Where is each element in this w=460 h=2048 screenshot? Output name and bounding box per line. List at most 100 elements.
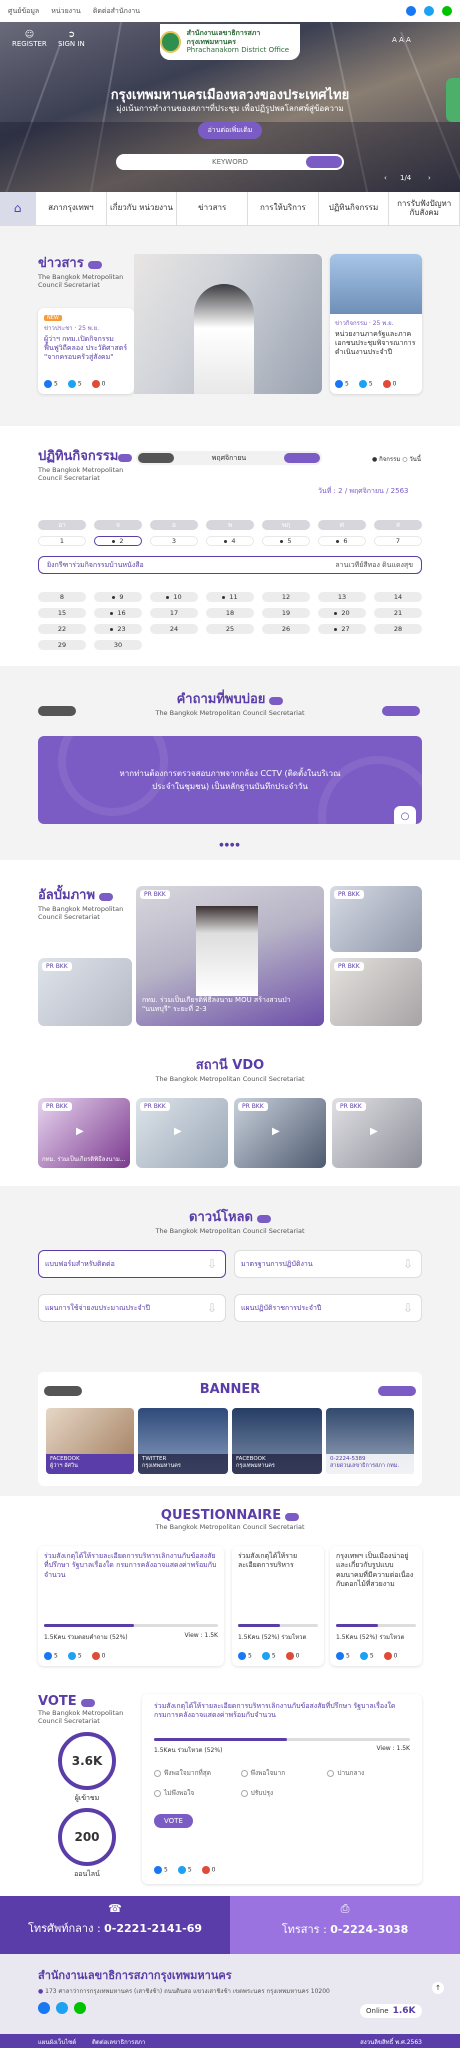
banner-item-1[interactable]: FACEBOOK ผู้ว่าฯ อัศวิน bbox=[46, 1408, 134, 1474]
news-card-1[interactable]: NEW ข่าวประชา · 25 พ.ย. ผู้ว่าฯ กทม.เปิด… bbox=[38, 308, 134, 394]
calendar-day[interactable]: 1 bbox=[38, 536, 86, 546]
news-feature-image[interactable] bbox=[134, 254, 322, 394]
banner-item-2[interactable]: TWITTER กรุงเทพมหานคร bbox=[138, 1408, 228, 1474]
album-feature-photo[interactable]: PR BKK กทม. ร่วมเป็นเกียรติพิธีลงนาม MOU… bbox=[136, 886, 324, 1026]
calendar-day[interactable]: 16 bbox=[94, 608, 142, 618]
calendar-day[interactable]: 24 bbox=[150, 624, 198, 634]
next-month-button[interactable] bbox=[284, 453, 320, 463]
nav-item-about[interactable]: เกี่ยวกับ หน่วยงาน bbox=[107, 192, 178, 225]
facebook-icon[interactable] bbox=[44, 1652, 52, 1660]
calendar-day[interactable]: 5 bbox=[262, 536, 310, 546]
calendar-day[interactable]: 9 bbox=[94, 592, 142, 602]
calendar-day[interactable]: 26 bbox=[262, 624, 310, 634]
twitter-icon[interactable] bbox=[56, 2002, 68, 2014]
download-more-button[interactable] bbox=[256, 1214, 271, 1223]
calendar-day[interactable]: 19 bbox=[262, 608, 310, 618]
vdo-card-1[interactable]: PR BKK ▶ กทม. ร่วมเป็นเกียรติพิธีลงนาม..… bbox=[38, 1098, 130, 1168]
calendar-day[interactable]: 11 bbox=[206, 592, 254, 602]
banner-item-4[interactable]: 0-2224-5389 สายด่วนเลขาธิการสภา กทม. bbox=[326, 1408, 414, 1474]
calendar-day[interactable]: 28 bbox=[374, 624, 422, 634]
hero-more-button[interactable]: อ่านต่อเพิ่มเติม bbox=[197, 122, 263, 139]
twitter-icon[interactable] bbox=[67, 1652, 76, 1660]
vdo-card-4[interactable]: PR BKK ▶ bbox=[332, 1098, 422, 1168]
nav-item-council[interactable]: สภากรุงเทพฯ bbox=[36, 192, 107, 225]
calendar-day[interactable]: 20 bbox=[318, 608, 366, 618]
calendar-day[interactable]: 25 bbox=[206, 624, 254, 634]
vote-submit-button[interactable]: VOTE bbox=[154, 1814, 193, 1828]
vote-option-2[interactable]: พึงพอใจมาก bbox=[240, 1768, 324, 1778]
search-input[interactable]: KEYWORD bbox=[212, 158, 248, 166]
facebook-icon[interactable] bbox=[406, 6, 416, 16]
calendar-day[interactable]: 4 bbox=[206, 536, 254, 546]
facebook-icon[interactable] bbox=[335, 380, 343, 388]
vote-option-1[interactable]: พึงพอใจมากที่สุด bbox=[154, 1768, 237, 1778]
calendar-day[interactable]: 29 bbox=[38, 640, 86, 650]
twitter-icon[interactable] bbox=[261, 1652, 270, 1660]
google-plus-icon[interactable] bbox=[91, 1652, 100, 1660]
news-more-button[interactable] bbox=[87, 260, 102, 269]
topbar-link-data[interactable]: ศูนย์ข้อมูล bbox=[8, 6, 39, 17]
faq-next-button[interactable] bbox=[382, 706, 420, 716]
google-plus-icon[interactable] bbox=[383, 1652, 392, 1660]
calendar-more-button[interactable] bbox=[118, 454, 132, 462]
calendar-day[interactable]: 3 bbox=[150, 536, 198, 546]
prev-month-button[interactable] bbox=[138, 453, 174, 463]
questionnaire-card-1[interactable]: ร่วมสังเกตุได้ให้รายละเอียดการบริหารเลิก… bbox=[38, 1546, 224, 1666]
calendar-day[interactable]: 17 bbox=[150, 608, 198, 618]
nav-home-icon[interactable]: ⌂ bbox=[0, 192, 36, 225]
facebook-icon[interactable] bbox=[154, 1866, 162, 1874]
signin-link[interactable]: ➲ SIGN IN bbox=[58, 30, 85, 48]
calendar-day[interactable]: 23 bbox=[94, 624, 142, 634]
site-logo[interactable]: สำนักงานเลขาธิการสภากรุงเทพมหานคร Phrach… bbox=[160, 24, 300, 60]
register-link[interactable]: ☺ REGISTER bbox=[12, 30, 47, 48]
calendar-day[interactable]: 10 bbox=[150, 592, 198, 602]
calendar-day[interactable]: 30 bbox=[94, 640, 142, 650]
faq-more-button[interactable] bbox=[269, 696, 284, 705]
twitter-icon[interactable] bbox=[177, 1866, 186, 1874]
calendar-day[interactable]: 22 bbox=[38, 624, 86, 634]
slide-prev-icon[interactable]: ‹ bbox=[384, 174, 387, 182]
calendar-day[interactable]: 21 bbox=[374, 608, 422, 618]
calendar-day[interactable]: 12 bbox=[262, 592, 310, 602]
facebook-icon[interactable] bbox=[38, 2002, 50, 2014]
album-photo-3[interactable]: PR BKK bbox=[330, 958, 422, 1026]
phone-number[interactable]: 0-2221-2141-69 bbox=[104, 1922, 202, 1935]
album-more-button[interactable] bbox=[99, 892, 114, 901]
twitter-icon[interactable] bbox=[358, 380, 367, 388]
topbar-link-agency[interactable]: หน่วยงาน bbox=[51, 6, 81, 17]
calendar-day[interactable]: 7 bbox=[374, 536, 422, 546]
calendar-day[interactable]: 8 bbox=[38, 592, 86, 602]
download-item-4[interactable]: แผนปฏิบัติราชการประจำปี ⇩ bbox=[234, 1294, 422, 1322]
calendar-day[interactable]: 6 bbox=[318, 536, 366, 546]
vote-option-4[interactable]: ไม่พึงพอใจ bbox=[154, 1788, 237, 1798]
calendar-day[interactable]: 14 bbox=[374, 592, 422, 602]
questionnaire-card-3[interactable]: กรุงเทพฯ เป็นเมืองน่าอยู่และเกี่ยวกับรูป… bbox=[330, 1546, 422, 1666]
download-item-1[interactable]: แบบฟอร์มสำหรับติดต่อ ⇩ bbox=[38, 1250, 226, 1278]
facebook-icon[interactable] bbox=[238, 1652, 246, 1660]
nav-item-calendar[interactable]: ปฏิทินกิจกรรม bbox=[319, 192, 390, 225]
line-icon[interactable] bbox=[442, 6, 452, 16]
twitter-icon[interactable] bbox=[424, 6, 434, 16]
vote-option-5[interactable]: ปรับปรุง bbox=[240, 1788, 324, 1798]
font-size-tools[interactable]: A A A bbox=[392, 36, 411, 44]
google-plus-icon[interactable] bbox=[91, 380, 100, 388]
calendar-event[interactable]: ยิงกรีฑาร่วมกิจกรรมบ้านหนังสือ ลานเวทีย์… bbox=[38, 556, 422, 574]
vdo-card-3[interactable]: PR BKK ▶ bbox=[234, 1098, 326, 1168]
facebook-icon[interactable] bbox=[336, 1652, 344, 1660]
faq-pagination[interactable]: ●●●● bbox=[0, 842, 460, 848]
calendar-day[interactable]: 27 bbox=[318, 624, 366, 634]
play-icon[interactable]: ▶ bbox=[370, 1126, 378, 1137]
banner-prev-button[interactable] bbox=[44, 1386, 82, 1396]
contact-link[interactable]: ติดต่อเลขาธิการสภา bbox=[92, 2037, 145, 2047]
calendar-day-selected[interactable]: 2 bbox=[94, 536, 142, 546]
questionnaire-more-button[interactable] bbox=[285, 1512, 300, 1521]
search-button[interactable] bbox=[306, 156, 342, 168]
nav-item-news[interactable]: ข่าวสาร bbox=[177, 192, 249, 225]
banner-item-3[interactable]: FACEBOOK กรุงเทพมหานคร bbox=[232, 1408, 322, 1474]
vote-option-3[interactable]: ปานกลาง bbox=[327, 1768, 410, 1778]
album-photo-2[interactable]: PR BKK bbox=[330, 886, 422, 952]
nav-item-feedback[interactable]: การรับฟังปัญหา กับสังคม bbox=[389, 192, 460, 225]
calendar-day[interactable]: 18 bbox=[206, 608, 254, 618]
scroll-top-icon[interactable]: ↑ bbox=[432, 1982, 444, 1994]
faq-prev-button[interactable] bbox=[38, 706, 76, 716]
